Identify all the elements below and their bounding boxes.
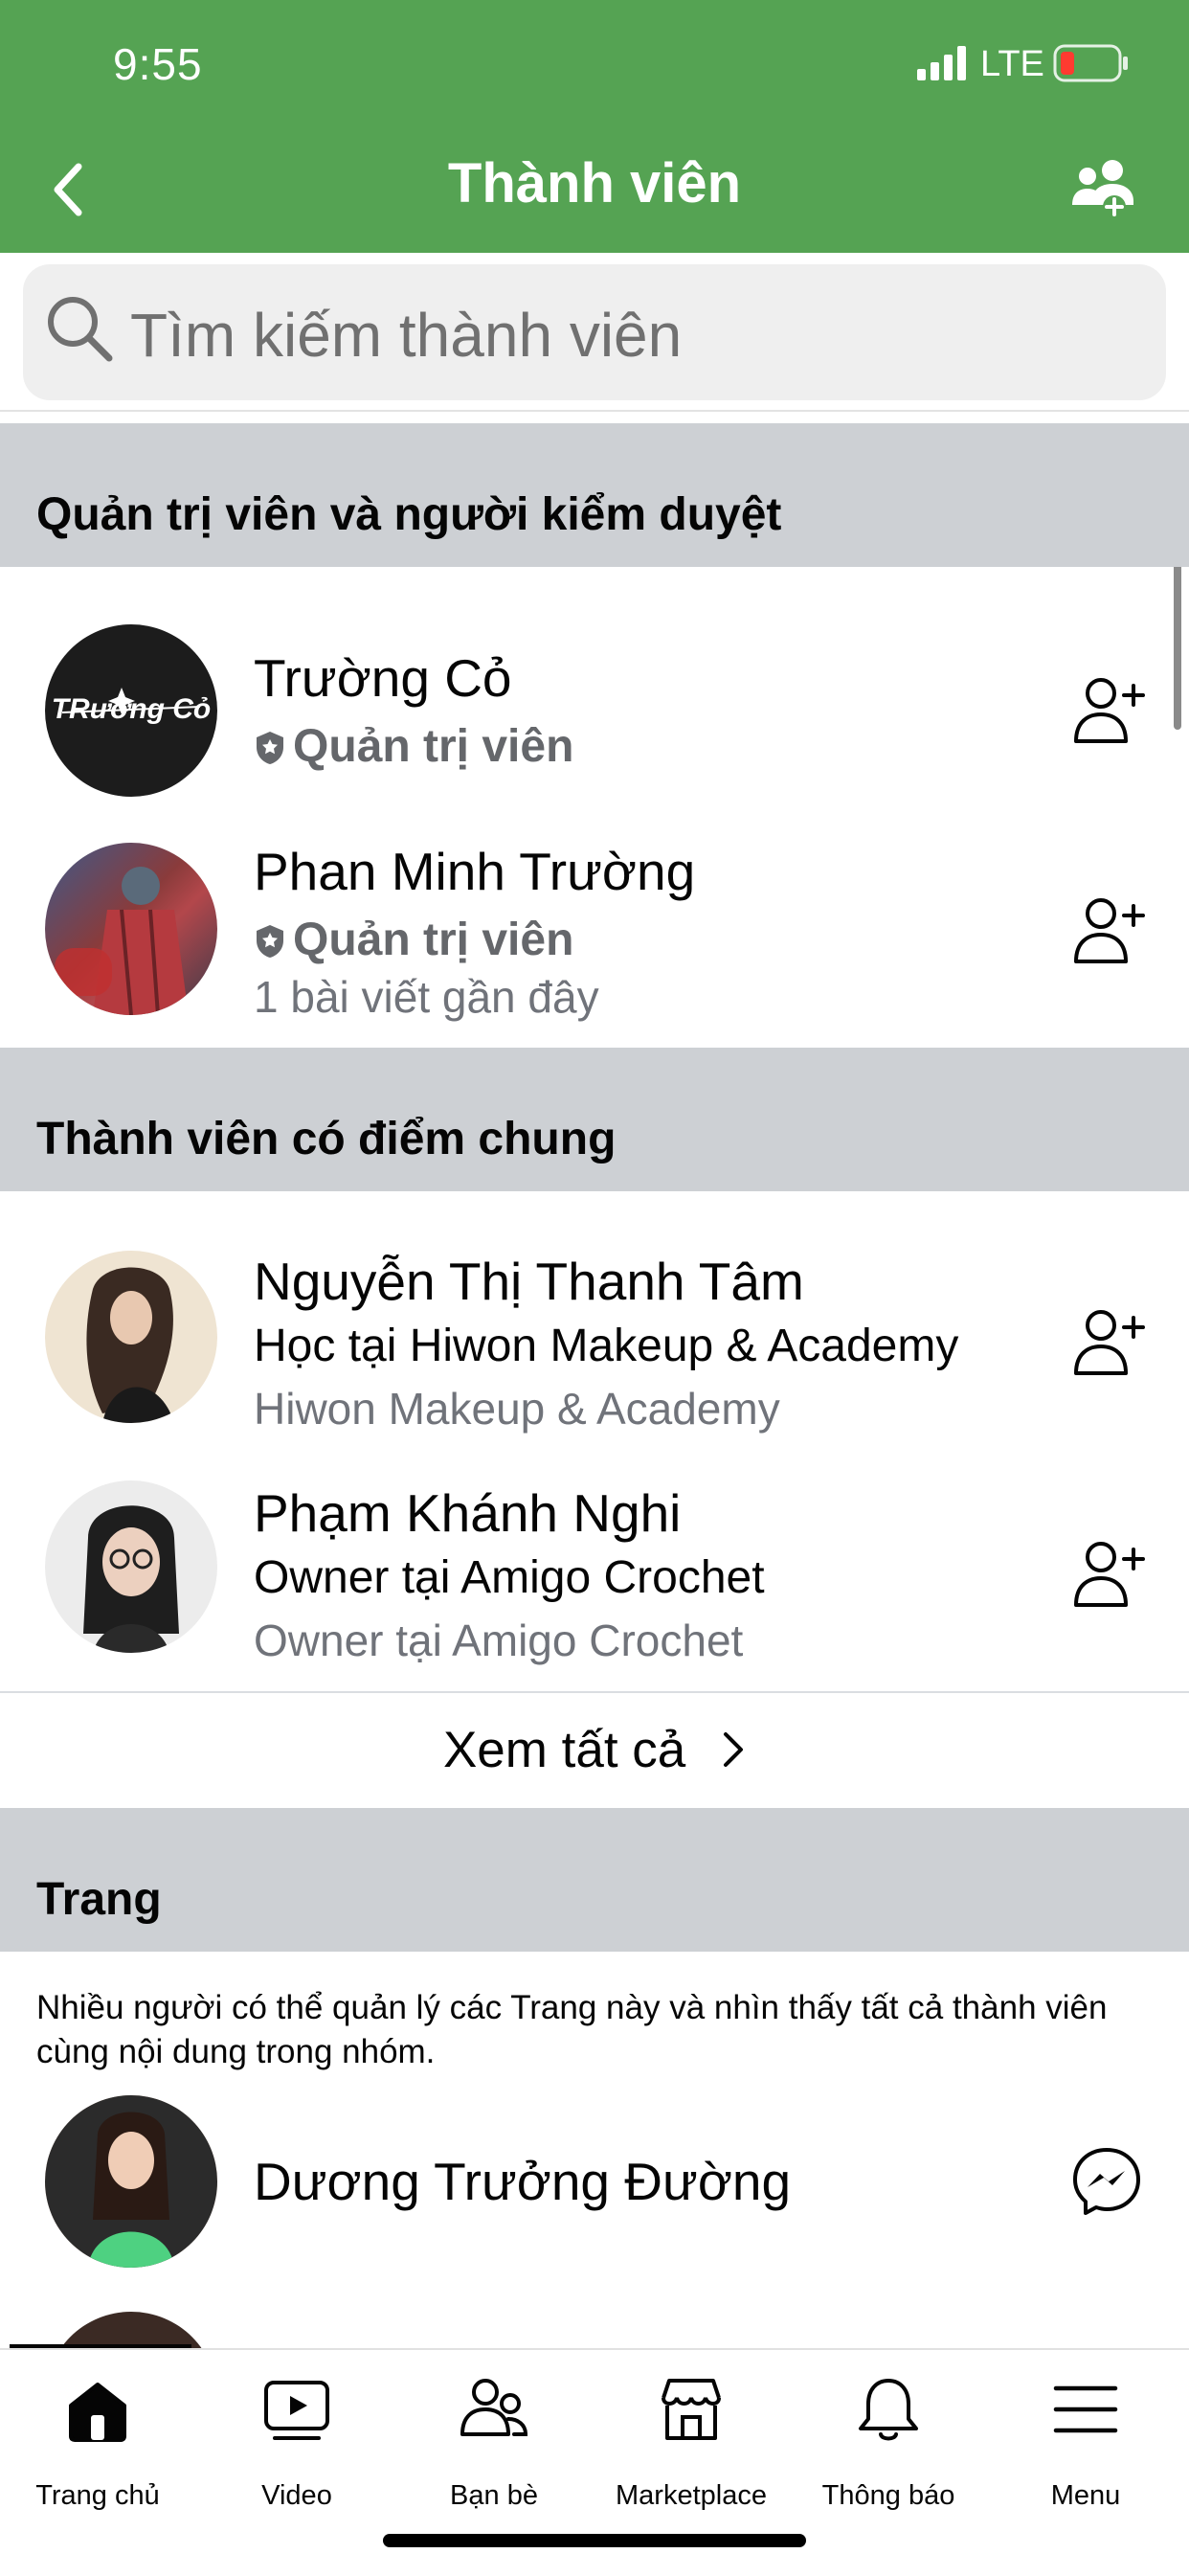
add-friend-icon[interactable] bbox=[1070, 1536, 1147, 1613]
tab-friends[interactable]: Bạn bè bbox=[398, 2375, 590, 2511]
tab-label: Thông báo bbox=[821, 2480, 955, 2511]
status-time: 9:55 bbox=[113, 39, 203, 89]
video-icon bbox=[264, 2381, 329, 2440]
page-title: Thành viên bbox=[447, 152, 742, 215]
home-indicator bbox=[383, 2534, 806, 2547]
avatar-photo bbox=[45, 2095, 217, 2268]
avatar[interactable] bbox=[45, 2095, 217, 2268]
group-add-icon[interactable] bbox=[1070, 157, 1137, 220]
avatar-photo bbox=[55, 867, 189, 1015]
logo-image: TRường Cỏ bbox=[52, 688, 212, 725]
tab-video[interactable]: Video bbox=[201, 2375, 393, 2511]
member-name[interactable]: Phan Minh Trường bbox=[254, 841, 695, 902]
avatar[interactable]: TRường Cỏ bbox=[45, 624, 217, 797]
tab-label: Bạn bè bbox=[450, 2480, 538, 2511]
member-name[interactable]: Phạm Khánh Nghi bbox=[254, 1482, 681, 1544]
tab-menu[interactable]: Menu bbox=[990, 2375, 1181, 2511]
see-all-button[interactable]: Xem tất cả bbox=[0, 1693, 1189, 1808]
tab-home[interactable]: Trang chủ bbox=[2, 2375, 193, 2511]
divider bbox=[0, 410, 1189, 412]
member-role: Quản trị viên bbox=[293, 915, 574, 965]
add-friend-icon[interactable] bbox=[1070, 893, 1147, 969]
section-title-admins: Quản trị viên và người kiểm duyệt bbox=[36, 489, 782, 540]
tab-marketplace[interactable]: Marketplace bbox=[595, 2375, 787, 2511]
tab-label: Marketplace bbox=[616, 2480, 767, 2511]
search-icon bbox=[48, 297, 113, 362]
search-placeholder: Tìm kiếm thành viên bbox=[130, 301, 683, 370]
messenger-icon[interactable] bbox=[1070, 2145, 1143, 2218]
member-detail: 1 bài viết gần đây bbox=[254, 972, 599, 1022]
member-role: Quản trị viên bbox=[293, 721, 574, 772]
page-name[interactable]: Dương Trưởng Đường bbox=[254, 2151, 791, 2212]
svg-text:TRường Cỏ: TRường Cỏ bbox=[52, 693, 212, 725]
avatar-photo bbox=[83, 1505, 179, 1653]
see-all-label: Xem tất cả bbox=[442, 1722, 686, 1778]
member-work: Học tại Hiwon Makeup & Academy bbox=[254, 1321, 959, 1371]
pages-note: Nhiều người có thể quản lý các Trang này… bbox=[36, 1989, 1108, 2070]
member-detail: Hiwon Makeup & Academy bbox=[254, 1384, 780, 1434]
member-detail: Owner tại Amigo Crochet bbox=[254, 1616, 744, 1665]
menu-icon bbox=[1053, 2385, 1118, 2433]
avatar[interactable] bbox=[45, 1480, 217, 1653]
add-friend-icon[interactable] bbox=[1070, 1304, 1147, 1381]
section-header-pages bbox=[0, 1808, 1189, 1952]
chevron-right-icon bbox=[724, 1732, 744, 1767]
battery-icon bbox=[1053, 44, 1128, 82]
avatar[interactable] bbox=[45, 1251, 217, 1423]
avatar[interactable] bbox=[45, 843, 217, 1015]
network-label: LTE bbox=[980, 44, 1044, 84]
tab-notifications[interactable]: Thông báo bbox=[793, 2375, 984, 2511]
friends-icon bbox=[460, 2379, 528, 2436]
add-friend-icon[interactable] bbox=[1070, 672, 1147, 749]
tab-label: Trang chủ bbox=[35, 2480, 160, 2511]
member-name[interactable]: Nguyễn Thị Thanh Tâm bbox=[254, 1251, 804, 1312]
section-title-pages: Trang bbox=[36, 1874, 162, 1925]
marketplace-icon bbox=[662, 2379, 721, 2440]
section-title-common: Thành viên có điểm chung bbox=[36, 1114, 617, 1164]
admin-shield-icon bbox=[257, 732, 283, 764]
signal-icon bbox=[917, 46, 966, 80]
tab-label: Video bbox=[261, 2480, 332, 2511]
member-work: Owner tại Amigo Crochet bbox=[254, 1552, 765, 1603]
admin-shield-icon bbox=[257, 925, 283, 958]
avatar-photo bbox=[86, 1267, 174, 1423]
bell-icon bbox=[859, 2379, 918, 2441]
home-icon bbox=[69, 2383, 126, 2442]
tab-label: Menu bbox=[1050, 2480, 1121, 2511]
member-name[interactable]: Trường Cỏ bbox=[254, 647, 512, 709]
